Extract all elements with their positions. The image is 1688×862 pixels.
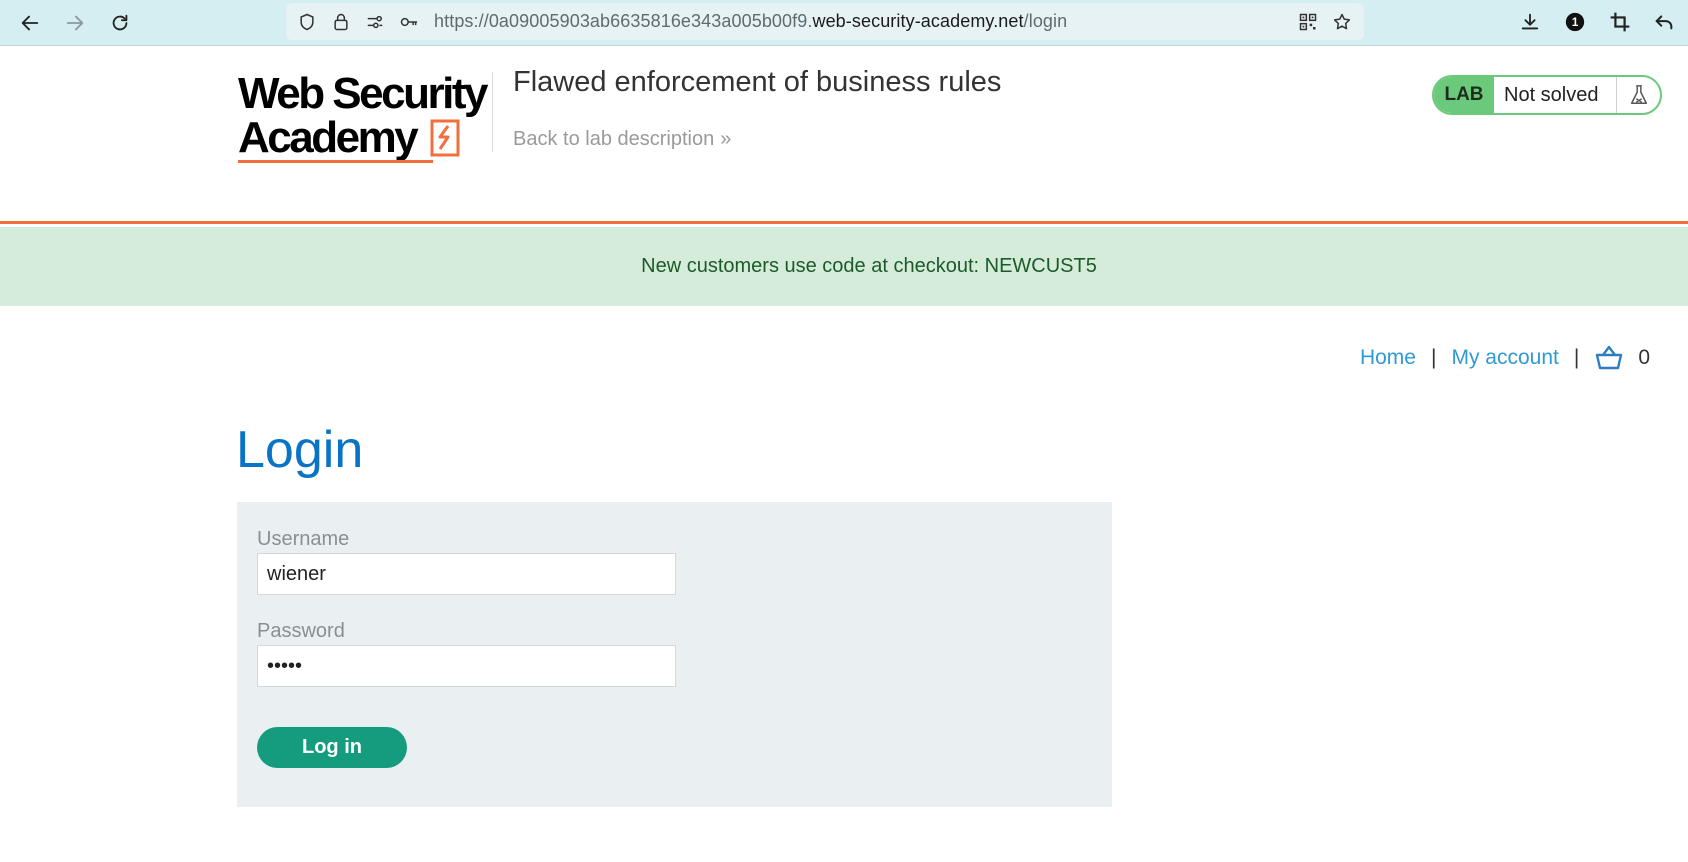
top-navigation: Home | My account | 0 [1360,344,1650,372]
double-chevron-icon: » [720,128,731,150]
web-security-academy-logo[interactable]: Web Security Academy [238,72,488,167]
crop-icon[interactable] [1607,9,1633,35]
extension-badge-count: 1 [1572,15,1579,29]
permissions-icon[interactable] [364,11,386,33]
cart-link[interactable]: 0 [1594,344,1650,372]
nav-my-account-link[interactable]: My account [1451,346,1558,370]
basket-icon [1596,345,1623,370]
lock-icon[interactable] [330,11,352,33]
login-button[interactable]: Log in [257,727,407,768]
logo-text-line2: Academy [238,113,419,162]
forward-arrow-icon [66,15,84,31]
promo-banner: New customers use code at checkout: NEWC… [0,227,1688,306]
shield-icon[interactable] [296,11,318,33]
back-to-lab-description-link[interactable]: Back to lab description» [513,128,732,151]
extension-badge-icon[interactable]: 1 [1562,9,1588,35]
logo-mark-icon [430,119,460,157]
url-text[interactable]: https://0a09005903ab6635816e343a005b00f9… [434,11,1067,32]
nav-separator: | [1573,346,1580,369]
nav-separator: | [1430,346,1437,369]
lab-title: Flawed enforcement of business rules [513,66,1002,98]
url-prefix: https://0a09005903ab6635816e343a005b00f9… [434,11,813,31]
lab-label: LAB [1434,77,1494,113]
username-input[interactable] [257,553,676,595]
lab-header: Web Security Academy Flawed enforcement … [0,46,1688,224]
download-icon[interactable] [1517,9,1543,35]
key-icon[interactable] [398,11,420,33]
login-form: Username Password Log in [237,502,1112,807]
address-bar[interactable]: https://0a09005903ab6635816e343a005b00f9… [286,3,1364,40]
header-divider [492,72,493,152]
nav-home-link[interactable]: Home [1360,346,1416,370]
browser-toolbar: https://0a09005903ab6635816e343a005b00f9… [0,0,1688,46]
reload-button[interactable] [104,7,136,39]
lab-status-badge: LAB Not solved [1432,75,1662,115]
star-icon[interactable] [1331,11,1353,33]
password-label: Password [257,620,345,642]
back-button[interactable] [14,7,46,39]
promo-banner-text: New customers use code at checkout: NEWC… [641,255,1097,277]
page-title: Login [236,421,364,479]
username-label: Username [257,528,350,550]
logo-text-line1: Web Security [238,69,488,118]
cart-count: 0 [1638,346,1650,369]
reload-icon [112,14,128,31]
logo-underline [238,160,433,163]
forward-button[interactable] [59,7,91,39]
back-arrow-icon [21,15,39,31]
url-host: web-security-academy.net [812,11,1024,31]
url-path: /login [1023,11,1068,31]
back-link-label: Back to lab description [513,128,715,150]
undo-icon[interactable] [1651,9,1677,35]
lab-status-text: Not solved [1504,84,1599,106]
password-input[interactable] [257,645,676,687]
qr-code-icon[interactable] [1297,11,1319,33]
flask-icon [1616,77,1660,113]
